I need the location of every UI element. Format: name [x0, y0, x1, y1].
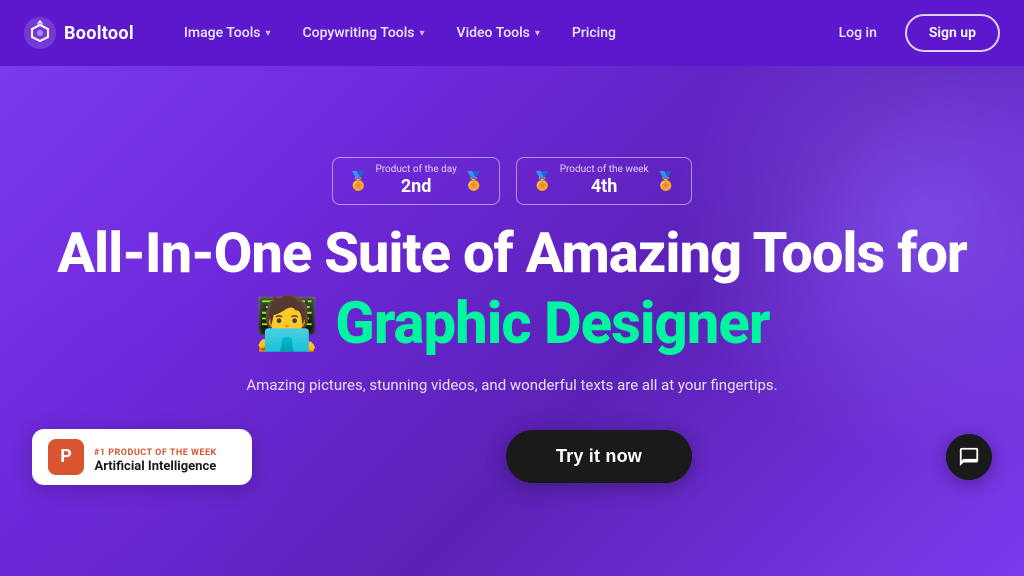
chevron-down-icon: ▾ — [265, 28, 270, 39]
laurel-left-icon: 🏅 — [347, 171, 369, 192]
nav-links: Image Tools ▾ Copywriting Tools ▾ Video … — [170, 17, 823, 49]
badge-top-label: #1 PRODUCT OF THE WEEK — [94, 448, 217, 458]
role-row: 🧑‍💻 Graphic Designer — [255, 295, 770, 353]
signup-button[interactable]: Sign up — [905, 14, 1000, 52]
nav-video-tools[interactable]: Video Tools ▾ — [443, 17, 554, 49]
navbar: Booltool Image Tools ▾ Copywriting Tools… — [0, 0, 1024, 66]
hero-bottom-row: P #1 PRODUCT OF THE WEEK Artificial Inte… — [32, 429, 992, 485]
producthunt-icon: P — [48, 439, 84, 475]
login-button[interactable]: Log in — [823, 17, 893, 49]
laurel-left-icon: 🏅 — [531, 171, 553, 192]
award-badge-week: 🏅 Product of the week 4th 🏅 — [516, 157, 692, 205]
nav-image-tools[interactable]: Image Tools ▾ — [170, 17, 285, 49]
nav-pricing[interactable]: Pricing — [558, 17, 630, 49]
logo-icon — [24, 17, 56, 49]
role-label: Graphic Designer — [335, 295, 769, 353]
award-badge-day: 🏅 Product of the day 2nd 🏅 — [332, 157, 500, 205]
role-emoji: 🧑‍💻 — [255, 298, 320, 350]
badge-main-label: Artificial Intelligence — [94, 459, 217, 474]
chevron-down-icon: ▾ — [535, 28, 540, 39]
laurel-right-icon: 🏅 — [463, 171, 485, 192]
laurel-right-icon: 🏅 — [655, 171, 677, 192]
logo[interactable]: Booltool — [24, 17, 134, 49]
product-of-week-badge[interactable]: P #1 PRODUCT OF THE WEEK Artificial Inte… — [32, 429, 252, 485]
chat-support-button[interactable] — [946, 434, 992, 480]
try-now-button[interactable]: Try it now — [506, 430, 692, 483]
nav-right: Log in Sign up — [823, 14, 1000, 52]
chevron-down-icon: ▾ — [420, 28, 425, 39]
awards-row: 🏅 Product of the day 2nd 🏅 🏅 Product of … — [332, 157, 692, 205]
hero-headline: All-In-One Suite of Amazing Tools for — [57, 223, 967, 285]
hero-subtext: Amazing pictures, stunning videos, and w… — [246, 373, 777, 397]
brand-name: Booltool — [64, 23, 134, 44]
hero-section: 🏅 Product of the day 2nd 🏅 🏅 Product of … — [0, 66, 1024, 576]
nav-copywriting-tools[interactable]: Copywriting Tools ▾ — [289, 17, 439, 49]
badge-content: #1 PRODUCT OF THE WEEK Artificial Intell… — [94, 440, 217, 474]
chat-icon — [958, 446, 980, 468]
